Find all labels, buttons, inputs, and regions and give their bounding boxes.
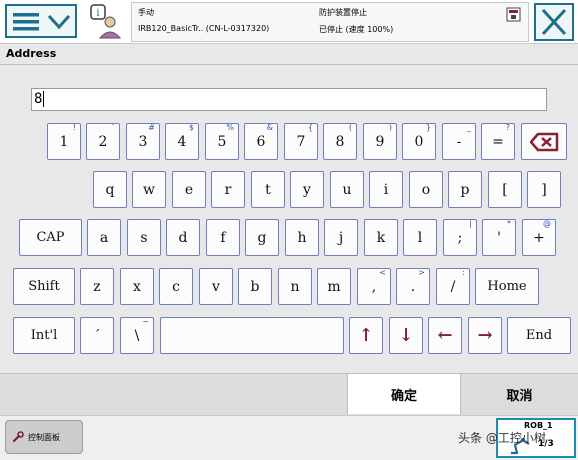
key-m[interactable]: m — [317, 268, 351, 305]
key-apostrophe[interactable]: * ' — [482, 219, 516, 256]
key-equals[interactable]: ? = — [481, 123, 515, 160]
key-k[interactable]: k — [364, 219, 398, 256]
address-input-value: 8 — [34, 91, 43, 107]
key-backslash[interactable]: ~ \ — [120, 317, 154, 354]
key-r[interactable]: r — [211, 171, 245, 208]
key-semicolon[interactable]: |; — [443, 219, 477, 256]
minimize-icon[interactable] — [506, 7, 522, 23]
arrow-left-icon: ← — [437, 325, 453, 346]
key-w[interactable]: w — [132, 171, 166, 208]
key-slash[interactable]: : / — [436, 268, 470, 305]
close-button[interactable] — [534, 3, 574, 41]
watermark: 头条 @工控小树 — [458, 431, 546, 445]
key-left-bracket[interactable]: [ — [488, 171, 522, 208]
backspace-key[interactable] — [521, 123, 567, 160]
key-2[interactable]: ` 2 — [86, 123, 120, 160]
key-g[interactable]: g — [245, 219, 279, 256]
key-n[interactable]: n — [278, 268, 312, 305]
guard-status: 防护装置停止 — [319, 8, 367, 17]
wrench-icon — [12, 431, 24, 443]
key-u[interactable]: u — [330, 171, 364, 208]
key-4[interactable]: $4 — [165, 123, 199, 160]
arrow-right-key[interactable]: → — [468, 317, 502, 354]
key-l[interactable]: l — [403, 219, 437, 256]
hamburger-chevron-icon — [13, 13, 71, 31]
key-3[interactable]: #3 — [126, 123, 160, 160]
key-b[interactable]: b — [238, 268, 272, 305]
key-5[interactable]: % 5 — [205, 123, 239, 160]
arrow-down-icon: ↓ — [398, 325, 414, 346]
operation-mode: 手动 — [138, 8, 154, 17]
key-7[interactable]: {7 — [284, 123, 318, 160]
status-panel: 手动 IRB120_BasicTr.. (CN-L-0317320) 防护装置停… — [131, 2, 529, 42]
control-panel-label: 控制面板 — [28, 432, 60, 442]
key-0[interactable]: } 0 — [402, 123, 436, 160]
key-i[interactable]: i — [369, 171, 403, 208]
status-info-icon[interactable]: i — [88, 4, 124, 40]
key-f[interactable]: f — [206, 219, 240, 256]
key-period[interactable]: >. — [396, 268, 430, 305]
key-e[interactable]: e — [172, 171, 206, 208]
main-menu-button[interactable] — [5, 4, 77, 38]
key-1[interactable]: ! 1 — [47, 123, 81, 160]
key-8[interactable]: (8 — [323, 123, 357, 160]
dialog-title: Address — [6, 47, 57, 60]
address-input[interactable]: 8 — [31, 88, 547, 111]
shift-key[interactable]: Shift — [13, 268, 75, 305]
key-p[interactable]: p — [448, 171, 482, 208]
arrow-right-icon: → — [477, 325, 493, 346]
key-a[interactable]: a — [87, 219, 121, 256]
close-icon — [541, 8, 567, 36]
caps-lock-key[interactable]: CAP — [19, 219, 82, 256]
key-accent[interactable]: ´ — [80, 317, 114, 354]
arrow-up-key[interactable]: ↑ — [349, 317, 383, 354]
control-panel-button[interactable]: 控制面板 — [5, 420, 83, 454]
svg-text:i: i — [96, 8, 99, 19]
key-v[interactable]: v — [199, 268, 233, 305]
key-h[interactable]: h — [285, 219, 319, 256]
key-j[interactable]: j — [324, 219, 358, 256]
ok-button[interactable]: 确定 — [347, 374, 461, 414]
key-comma[interactable]: <, — [357, 268, 391, 305]
key-s[interactable]: s — [127, 219, 161, 256]
key-right-bracket[interactable]: ] — [527, 171, 561, 208]
key-plus[interactable]: @ + — [522, 219, 556, 256]
key-d[interactable]: d — [166, 219, 200, 256]
key-9[interactable]: ) 9 — [363, 123, 397, 160]
cancel-button[interactable]: 取消 — [461, 374, 578, 414]
run-status: 已停止 (速度 100%) — [319, 25, 394, 34]
arrow-left-key[interactable]: ← — [428, 317, 462, 354]
key-q[interactable]: q — [93, 171, 127, 208]
key-z[interactable]: z — [80, 268, 114, 305]
arrow-down-key[interactable]: ↓ — [389, 317, 423, 354]
divider — [0, 64, 578, 65]
key-6[interactable]: & 6 — [244, 123, 278, 160]
key-y[interactable]: y — [290, 171, 324, 208]
arrow-up-icon: ↑ — [358, 325, 374, 346]
space-key[interactable] — [160, 317, 344, 354]
key-c[interactable]: c — [159, 268, 193, 305]
home-key[interactable]: Home — [475, 268, 539, 305]
key-minus[interactable]: _ - — [442, 123, 476, 160]
key-o[interactable]: o — [409, 171, 443, 208]
backspace-icon — [529, 132, 559, 151]
international-key[interactable]: Int'l — [13, 317, 75, 354]
key-t[interactable]: t — [251, 171, 285, 208]
system-name: IRB120_BasicTr.. (CN-L-0317320) — [138, 24, 270, 33]
text-caret — [43, 91, 45, 107]
end-key[interactable]: End — [507, 317, 571, 354]
key-x[interactable]: x — [120, 268, 154, 305]
